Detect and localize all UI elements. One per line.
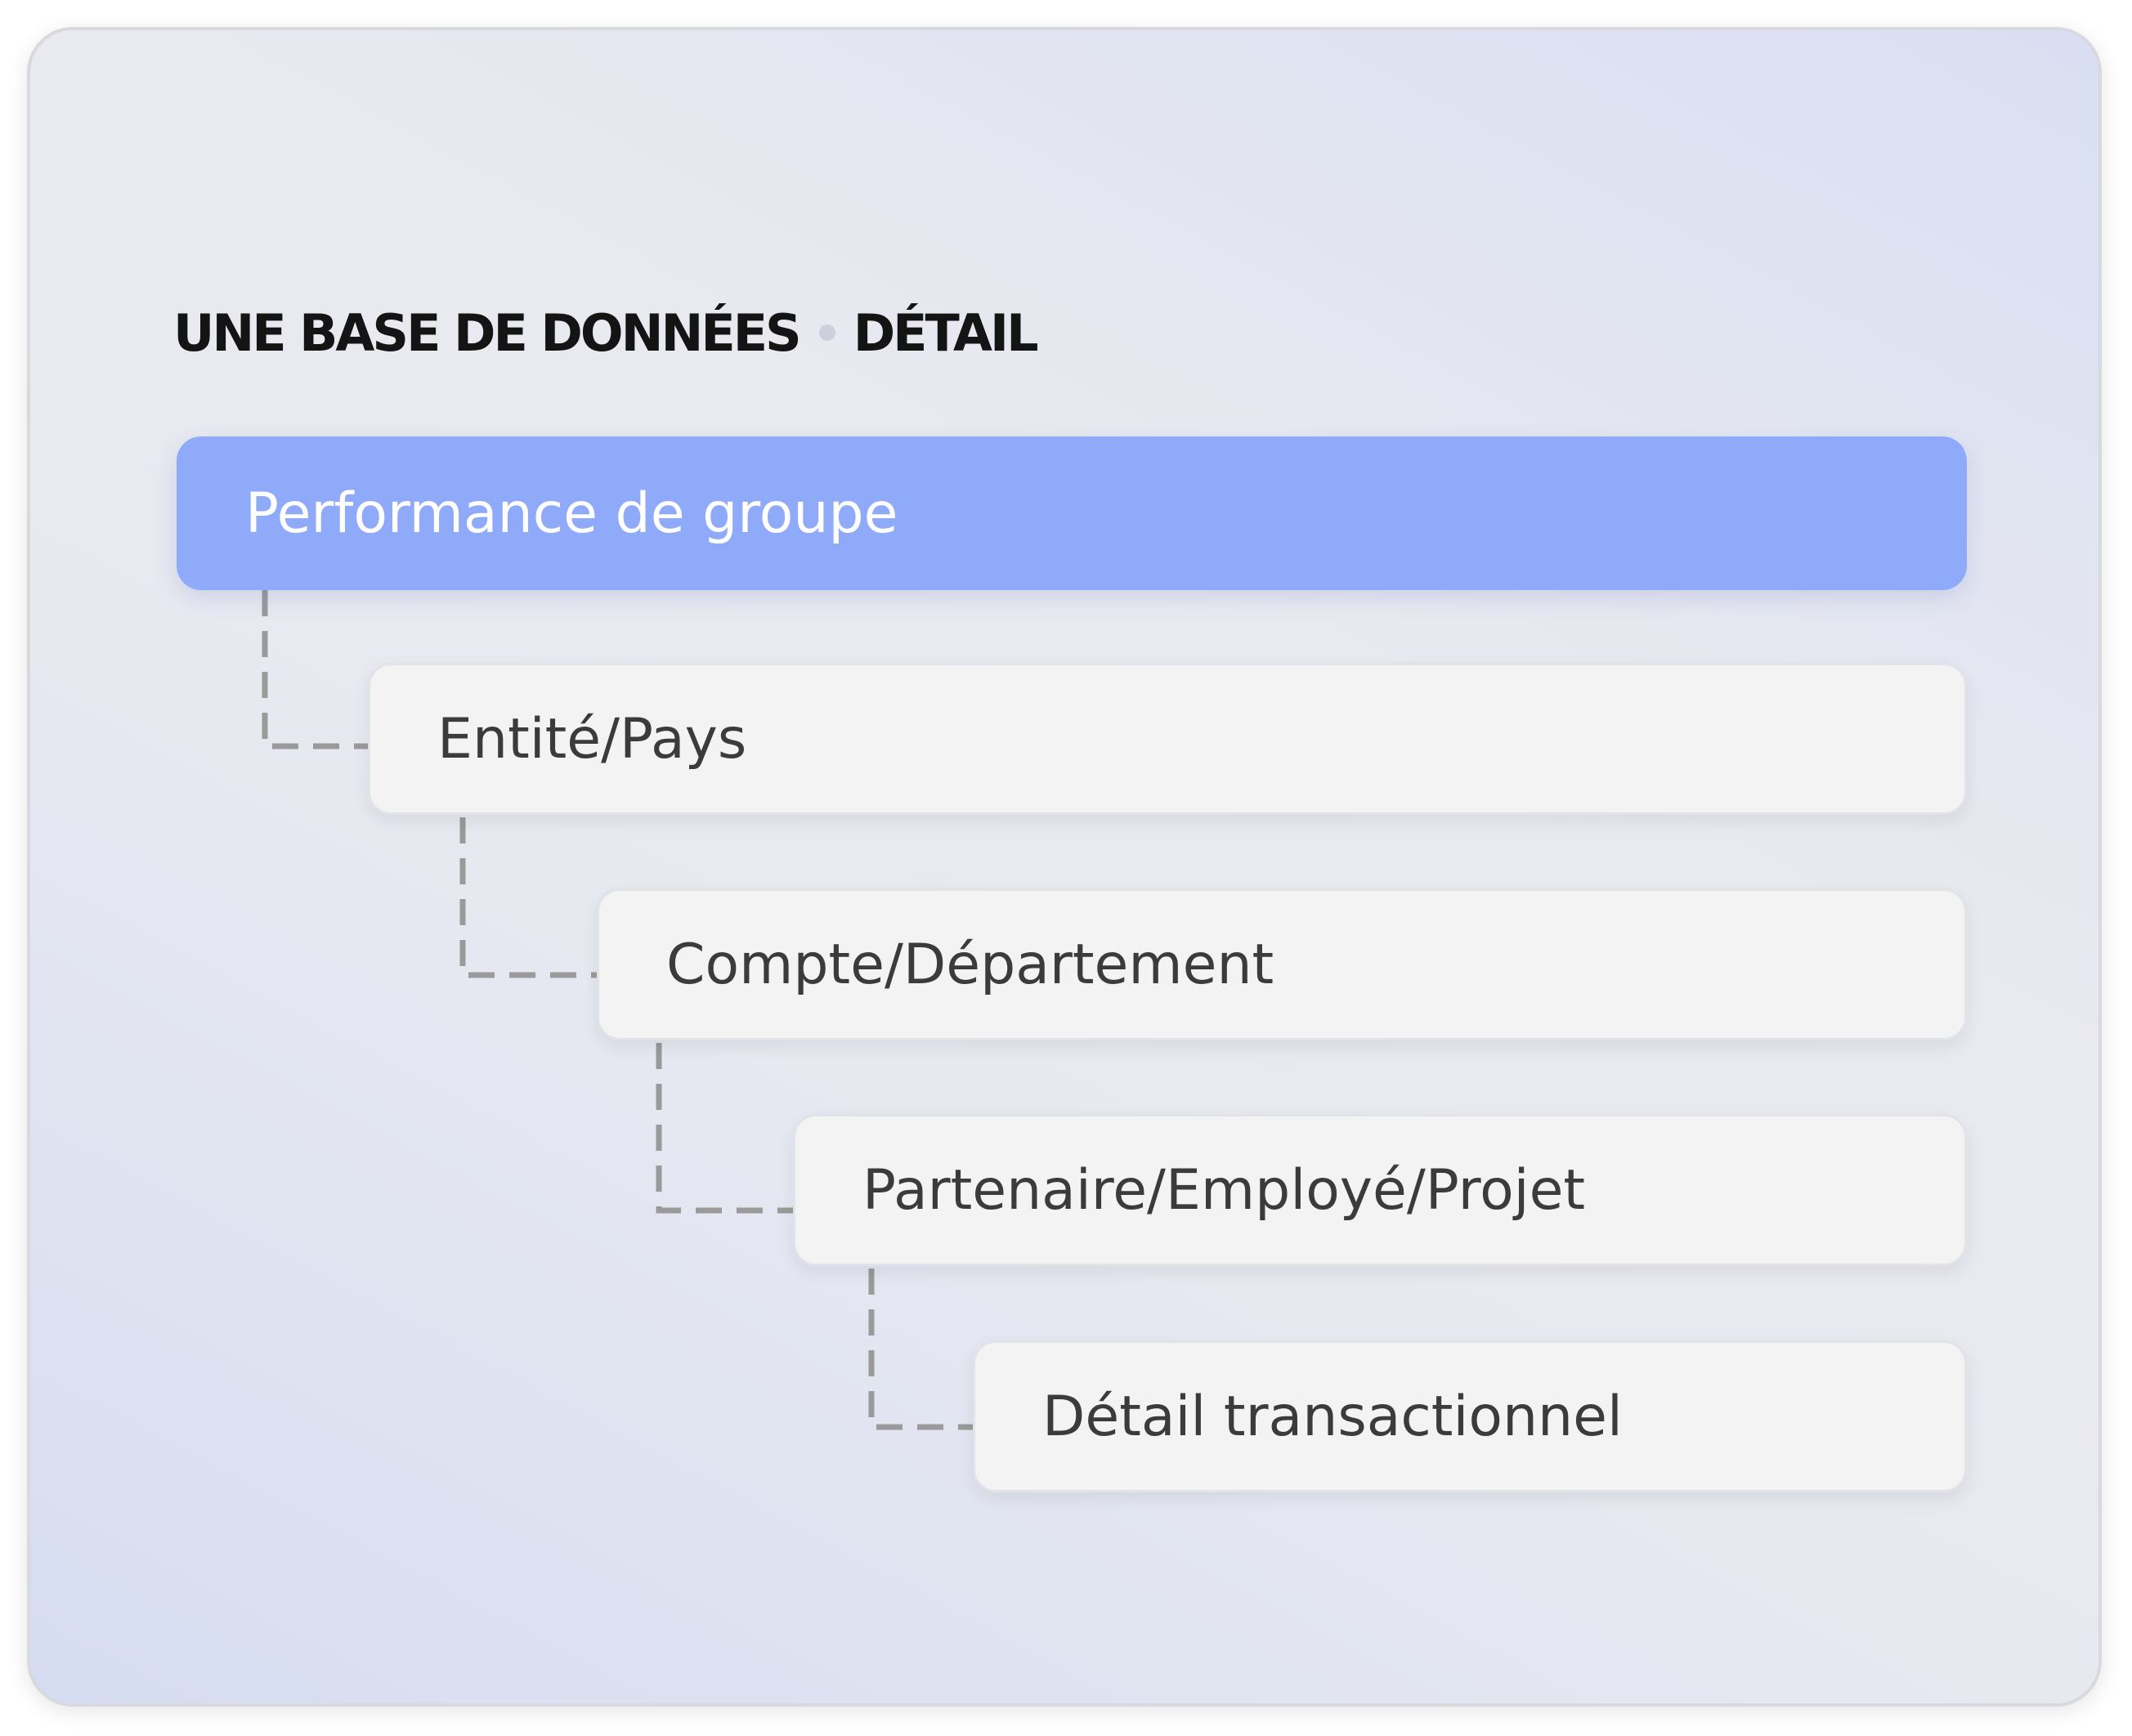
level-partner-employee-project: Partenaire/Employé/Projet — [793, 1114, 1967, 1266]
connector-entity-to-account — [459, 817, 597, 978]
level-label: Compte/Département — [666, 932, 1274, 997]
connector-root-to-entity — [262, 590, 368, 749]
level-account-department: Compte/Département — [597, 888, 1967, 1040]
level-label: Détail transactionnel — [1042, 1384, 1623, 1449]
level-label: Performance de groupe — [245, 481, 898, 546]
level-label: Partenaire/Employé/Projet — [862, 1157, 1586, 1223]
connector-account-to-partner — [656, 1043, 793, 1214]
level-entity-country: Entité/Pays — [368, 663, 1967, 815]
level-transaction-detail: Détail transactionnel — [973, 1340, 1967, 1492]
level-label: Entité/Pays — [437, 706, 747, 772]
level-group-performance: Performance de groupe — [177, 436, 1967, 590]
connector-partner-to-transaction — [868, 1268, 973, 1430]
